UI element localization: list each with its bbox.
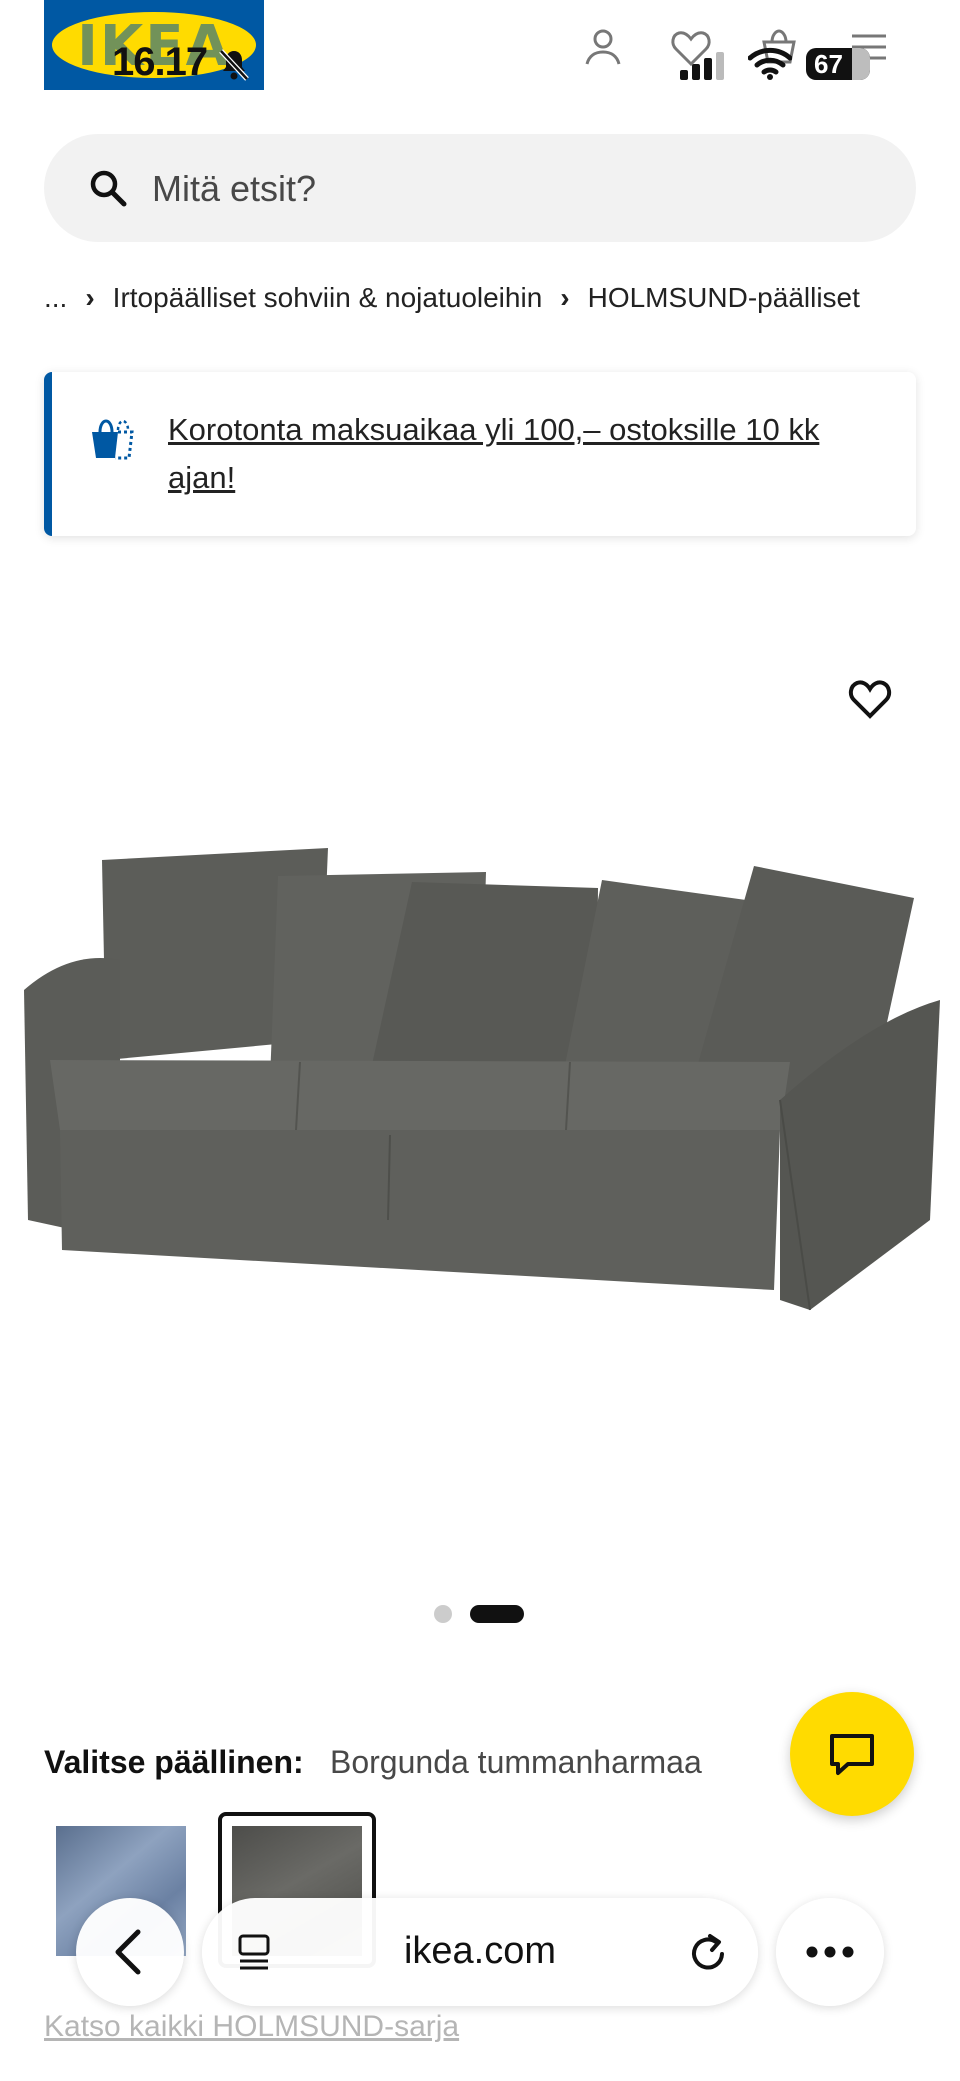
breadcrumb: ... › Irtopäälliset sohviin & nojatuolei…	[44, 278, 860, 318]
browser-back-button[interactable]	[76, 1898, 184, 2006]
promo-banner: Korotonta maksuaikaa yli 100,– ostoksill…	[44, 372, 916, 536]
url-text: ikea.com	[403, 1930, 557, 1972]
heart-icon[interactable]	[846, 676, 894, 720]
more-dots-icon	[806, 1946, 854, 1958]
promo-link[interactable]: Korotonta maksuaikaa yli 100,– ostoksill…	[168, 406, 888, 502]
chat-icon	[830, 1734, 874, 1775]
status-time: 16.17	[112, 40, 208, 84]
search-bar[interactable]: Mitä etsit?	[44, 134, 916, 242]
breadcrumb-item-covers[interactable]: Irtopäälliset sohviin & nojatuoleihin	[113, 282, 543, 314]
product-image-sofa[interactable]	[10, 780, 950, 1340]
series-link[interactable]: Katso kaikki HOLMSUND-sarja	[44, 2010, 459, 2044]
breadcrumb-item-holmsund[interactable]: HOLMSUND-päälliset	[588, 282, 860, 314]
battery-indicator: 67	[806, 48, 870, 80]
chevron-right-icon: ›	[560, 282, 570, 313]
reload-icon[interactable]	[688, 1930, 730, 1974]
chevron-left-icon	[115, 1929, 141, 1975]
shopping-bag-icon	[92, 419, 134, 460]
chat-button[interactable]	[790, 1692, 914, 1816]
gallery-dot-2-active[interactable]	[470, 1605, 524, 1623]
browser-more-button[interactable]	[776, 1898, 884, 2006]
browser-url-bar[interactable]: ikea.com	[202, 1898, 758, 2006]
bell-muted-icon	[219, 49, 249, 81]
cover-selected-value: Borgunda tummanharmaa	[330, 1744, 702, 1780]
search-icon	[90, 170, 127, 207]
gallery-dot-1[interactable]	[434, 1605, 452, 1623]
search-placeholder: Mitä etsit?	[152, 168, 317, 209]
gallery-pagination	[0, 1605, 960, 1625]
wifi-icon	[748, 47, 792, 80]
battery-level: 67	[814, 49, 843, 79]
cover-label: Valitse päällinen:	[44, 1744, 304, 1780]
cellular-signal-icon	[680, 52, 724, 80]
account-icon[interactable]	[580, 24, 626, 70]
battery-remainder	[852, 48, 870, 80]
chevron-right-icon: ›	[85, 282, 95, 313]
breadcrumb-ellipsis[interactable]: ...	[44, 282, 67, 314]
